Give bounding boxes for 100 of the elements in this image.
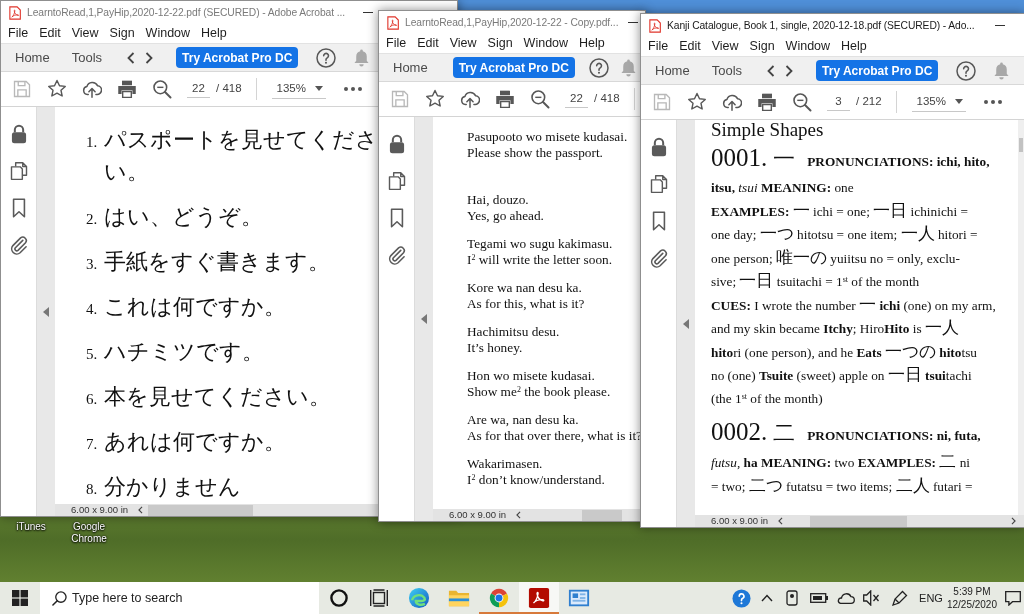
paperclip-icon[interactable] [648, 248, 669, 268]
page-number-field[interactable]: 22 [565, 90, 588, 108]
menu-item[interactable]: File [648, 37, 669, 56]
window-app-icon [568, 587, 590, 609]
scroll-right-icon[interactable] [1011, 517, 1016, 525]
menu-item[interactable]: Sign [487, 34, 513, 53]
menu-item[interactable]: Window [145, 24, 191, 43]
clock-date[interactable]: 12/25/2020 [946, 598, 997, 611]
menu-item[interactable]: Help [841, 37, 867, 56]
copy-pages-icon[interactable] [386, 171, 407, 191]
zoom-dropdown[interactable]: 135% [271, 79, 326, 99]
menu-item[interactable]: View [449, 34, 477, 53]
menu-item[interactable]: Sign [109, 24, 135, 43]
help-icon[interactable] [588, 57, 609, 78]
entry-text: futsu, ha MEANING: two EXAMPLES: 二 ni [711, 451, 970, 473]
help-icon[interactable] [956, 60, 977, 81]
english-translation: As for this, what is it? [467, 296, 585, 312]
menu-item[interactable]: Sign [749, 37, 775, 56]
more-icon[interactable] [343, 87, 362, 91]
nav-tab[interactable]: Home [6, 44, 59, 71]
webcam-icon[interactable] [786, 590, 799, 606]
nav-tab[interactable]: Tools [702, 57, 752, 84]
more-icon[interactable] [983, 100, 1002, 104]
pdf-file-icon [649, 18, 661, 33]
notification-icon[interactable] [1005, 590, 1021, 606]
menu-item[interactable]: Edit [679, 37, 701, 56]
language-indicator[interactable]: ENG [919, 589, 943, 607]
star-icon[interactable] [687, 92, 707, 112]
romaji-sentence: Pasupooto wo misete kudasai. [467, 129, 628, 145]
english-translation: I$^{2}$ don’t know/understand. [467, 472, 605, 488]
menu-item[interactable]: Edit [417, 34, 439, 53]
copy-pages-icon[interactable] [648, 174, 669, 194]
menu-item[interactable]: Window [785, 37, 831, 56]
try-pro-button[interactable]: Try Acrobat Pro DC [176, 47, 299, 68]
battery-icon[interactable] [810, 593, 829, 603]
menu-item[interactable]: Help [579, 34, 605, 53]
collapse-icon[interactable] [43, 306, 49, 317]
menu-item[interactable]: View [711, 37, 739, 56]
menu-item[interactable]: File [386, 34, 407, 53]
entry-text: itsu, tsui MEANING: one [711, 179, 854, 197]
help-icon[interactable] [732, 588, 752, 608]
printer-icon[interactable] [495, 89, 515, 109]
cloud-upload-icon[interactable] [82, 79, 102, 99]
menu-item[interactable]: File [8, 24, 29, 43]
scrollbar-thumb[interactable] [1019, 138, 1023, 152]
printer-icon[interactable] [757, 92, 777, 112]
nav-tab[interactable]: Home [646, 57, 699, 84]
scroll-left-icon[interactable] [778, 517, 784, 525]
entry-text: PRONUNCIATIONS: ni, futa, [807, 427, 981, 445]
page-count: / 212 [856, 94, 882, 110]
tricolor-circle-icon [488, 587, 510, 609]
window-title: LearntoRead,1,PayHip,2020-12-22.pdf (SECURED) - Adobe Acrobat ... [27, 5, 347, 20]
taskbar-app-button[interactable] [519, 582, 559, 614]
forward-icon[interactable] [785, 64, 794, 77]
menu-item[interactable]: Edit [39, 24, 61, 43]
help-icon[interactable] [316, 47, 337, 68]
zoom-dropdown[interactable]: 135% [911, 92, 966, 112]
menu-item[interactable]: Help [201, 24, 227, 43]
back-icon[interactable] [767, 64, 776, 77]
zoom-out-icon[interactable] [152, 79, 172, 99]
romaji-sentence: Hachimitsu desu. [467, 324, 560, 340]
printer-icon[interactable] [117, 79, 137, 99]
desktop-icon-label[interactable]: Google Chrome [68, 521, 110, 545]
collapse-icon[interactable] [421, 314, 427, 324]
paperclip-icon[interactable] [386, 245, 407, 265]
zoom-out-icon[interactable] [792, 92, 812, 112]
try-pro-button[interactable]: Try Acrobat Pro DC [452, 57, 575, 78]
nav-tab[interactable]: Tools [62, 44, 112, 71]
page-number-field[interactable]: 22 [187, 80, 210, 98]
collapse-icon[interactable] [683, 318, 689, 329]
search-field[interactable]: Type here to search [40, 582, 319, 614]
scroll-left-icon[interactable] [516, 511, 522, 519]
back-icon[interactable] [127, 51, 136, 64]
zoom-out-icon[interactable] [530, 89, 550, 109]
entry-text: (the 1$^{st}$ of the month) [711, 389, 823, 408]
entry-text: no (one) Tsuite (sweet) apple on 一日 tsuitachi [711, 364, 972, 386]
menu-item[interactable]: Window [523, 34, 569, 53]
star-icon[interactable] [47, 79, 67, 99]
star-icon[interactable] [425, 89, 445, 109]
desktop-icon-label[interactable]: iTunes [14, 521, 48, 533]
page-number-field[interactable]: 3 [827, 93, 850, 111]
pen-icon[interactable] [892, 590, 909, 606]
english-translation: Show me$^{2}$ the book please. [467, 384, 611, 400]
chevron-up-icon[interactable] [761, 594, 774, 602]
pdf-file-icon [387, 15, 399, 30]
scrollbar-thumb[interactable] [582, 509, 623, 521]
menu-item[interactable]: View [71, 24, 99, 43]
clock-time[interactable]: 5:39 PM [953, 585, 991, 598]
scroll-left-icon[interactable] [138, 506, 144, 514]
paperclip-icon[interactable] [8, 235, 29, 255]
try-pro-button[interactable]: Try Acrobat Pro DC [816, 60, 939, 81]
scrollbar-thumb[interactable] [810, 515, 908, 527]
cloud-icon[interactable] [836, 592, 856, 604]
copy-pages-icon[interactable] [8, 161, 29, 181]
scrollbar-thumb[interactable] [148, 504, 254, 516]
cloud-upload-icon[interactable] [460, 89, 480, 109]
nav-tab[interactable]: Home [384, 54, 437, 81]
muted-speaker-icon[interactable] [863, 590, 880, 606]
forward-icon[interactable] [145, 51, 154, 64]
cloud-upload-icon[interactable] [722, 92, 742, 112]
